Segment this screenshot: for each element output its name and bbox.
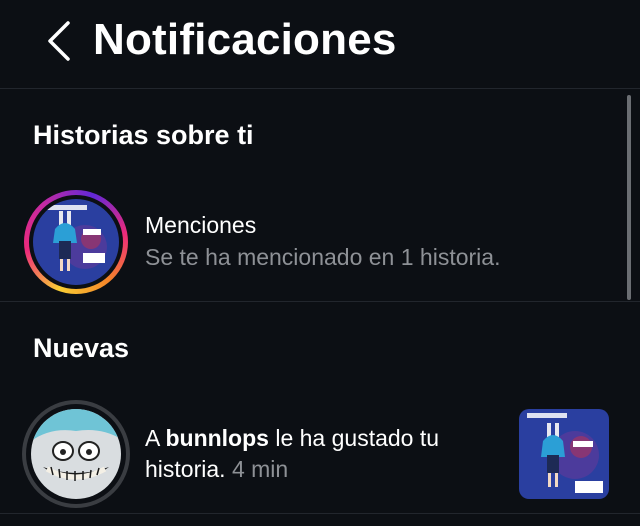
bottom-divider	[0, 513, 640, 514]
section-title-stories: Historias sobre ti	[33, 120, 254, 150]
notification-time: 4 min	[231, 456, 289, 482]
mentions-title: Menciones	[145, 212, 257, 238]
notification-prefix: A	[145, 425, 166, 451]
header: Notificaciones	[0, 0, 640, 89]
mentions-subtitle: Se te ha mencionado en 1 historia.	[145, 244, 501, 270]
story-thumbnail-image	[519, 409, 609, 499]
user-avatar-image	[31, 409, 121, 499]
back-button[interactable]	[36, 18, 80, 64]
user-avatar[interactable]	[22, 400, 130, 508]
scrollbar[interactable]	[627, 95, 631, 300]
story-avatar-image	[33, 199, 119, 285]
notification-text: A bunnlops le ha gustado tu historia. 4 …	[145, 423, 505, 485]
story-thumbnail[interactable]	[519, 409, 609, 499]
notification-username[interactable]: bunnlops	[165, 425, 268, 451]
section-divider	[0, 301, 640, 302]
page-title: Notificaciones	[93, 15, 397, 64]
chevron-left-icon	[48, 21, 70, 61]
mentions-avatar[interactable]	[24, 190, 128, 294]
section-title-new: Nuevas	[33, 333, 130, 363]
